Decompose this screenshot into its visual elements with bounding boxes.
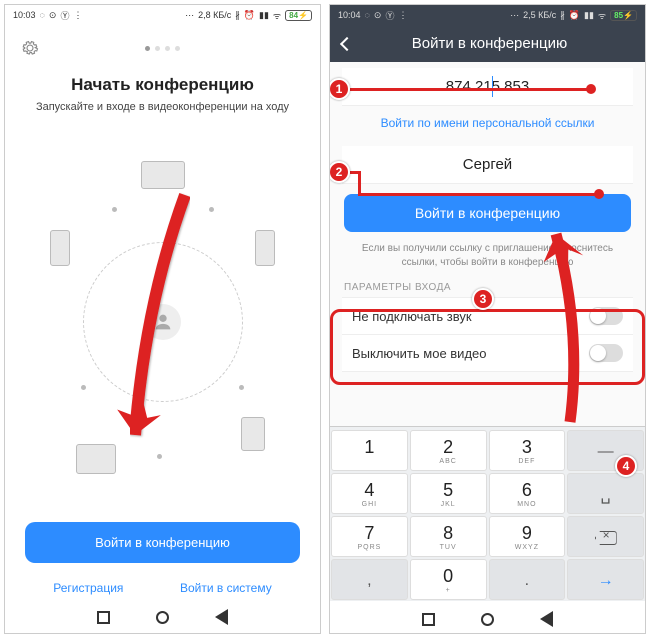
status-time: 10:04 xyxy=(338,10,361,20)
annotation-badge-2: 2 xyxy=(329,161,350,183)
helper-text: Если вы получили ссылку с приглашением, … xyxy=(342,238,633,278)
signin-link[interactable]: Войти в систему xyxy=(180,581,272,595)
key-1[interactable]: 1 xyxy=(331,430,408,471)
annotation-badge-3: 3 xyxy=(472,288,494,310)
numeric-keypad: 1 2ABC 3DEF — 4GHI 5JKL 6MNO ␣ 7PQRS 8TU… xyxy=(330,426,645,601)
key-4[interactable]: 4GHI xyxy=(331,473,408,514)
bluetooth-icon: ∦ xyxy=(560,10,565,21)
name-input[interactable]: Сергей xyxy=(342,146,633,184)
annotation-box-options xyxy=(330,309,645,385)
device-laptop2-icon xyxy=(76,444,116,474)
nav-back-icon[interactable] xyxy=(215,609,228,625)
annotation-badge-4: 4 xyxy=(615,455,637,477)
hero-illustration xyxy=(35,131,290,512)
status-time: 10:03 xyxy=(13,10,36,20)
phone-right: 10:04 ◌ ⊙ Ⓨ ⋮ ⋯ 2,5 КБ/с ∦ ⏰ ▮▮ ᯤ 85⚡ Во… xyxy=(329,4,646,634)
screen-header: Войти в конференцию xyxy=(330,25,645,62)
page-subtitle: Запускайте и входе в видеоконференции на… xyxy=(5,101,320,113)
status-bar: 10:04 ◌ ⊙ Ⓨ ⋮ ⋯ 2,5 КБ/с ∦ ⏰ ▮▮ ᯤ 85⚡ xyxy=(330,5,645,25)
battery-icon: 84⚡ xyxy=(285,10,312,21)
header-title: Войти в конференцию xyxy=(366,35,613,52)
signup-link[interactable]: Регистрация xyxy=(53,581,123,595)
y-icon: Ⓨ xyxy=(60,9,69,22)
whatsapp-icon: ◌ xyxy=(40,10,45,20)
nav-recent-icon[interactable] xyxy=(97,611,110,624)
device-monitor-icon xyxy=(255,230,275,266)
net-speed: 2,5 КБ/с xyxy=(523,10,556,20)
key-0[interactable]: 0+ xyxy=(410,559,487,600)
more-icon: ⋯ xyxy=(510,10,519,21)
personal-link[interactable]: Войти по имени персональной ссылки xyxy=(342,106,633,140)
annotation-badge-1: 1 xyxy=(329,78,350,100)
battery-icon: 85⚡ xyxy=(610,10,637,21)
nav-back-icon[interactable] xyxy=(540,611,553,627)
key-2[interactable]: 2ABC xyxy=(410,430,487,471)
backspace-icon xyxy=(595,531,617,545)
more-icon: ⋯ xyxy=(185,10,194,21)
avatar-icon xyxy=(145,304,181,340)
back-icon[interactable] xyxy=(340,36,354,50)
signal-icon: ▮▮ xyxy=(259,10,269,21)
android-navbar xyxy=(5,595,320,633)
key-7[interactable]: 7PQRS xyxy=(331,516,408,557)
net-speed: 2,8 КБ/с xyxy=(198,10,231,20)
key-8[interactable]: 8TUV xyxy=(410,516,487,557)
voice-icon: ⊙ xyxy=(374,10,382,21)
nav-home-icon[interactable] xyxy=(156,611,169,624)
key-comma[interactable]: , xyxy=(331,559,408,600)
android-navbar xyxy=(330,601,645,633)
bluetooth-icon: ∦ xyxy=(235,10,240,21)
key-dot[interactable]: . xyxy=(489,559,566,600)
wifi-icon: ᯤ xyxy=(598,9,606,22)
key-backspace[interactable] xyxy=(567,516,644,557)
key-space[interactable]: ␣ xyxy=(567,473,644,514)
key-enter[interactable]: → xyxy=(567,559,644,600)
alarm-icon: ⏰ xyxy=(569,10,580,21)
join-button[interactable]: Войти в конференцию xyxy=(344,194,631,232)
y-icon: Ⓨ xyxy=(385,9,394,22)
device-laptop-icon xyxy=(141,161,185,189)
page-indicator xyxy=(145,46,180,51)
alarm-icon: ⏰ xyxy=(244,10,255,21)
dots-icon: ⋮ xyxy=(73,10,82,21)
key-3[interactable]: 3DEF xyxy=(489,430,566,471)
nav-recent-icon[interactable] xyxy=(422,613,435,626)
device-phone-icon xyxy=(241,417,265,451)
page-title: Начать конференцию xyxy=(5,75,320,95)
signal-icon: ▮▮ xyxy=(584,10,594,21)
status-bar: 10:03 ◌ ⊙ Ⓨ ⋮ ⋯ 2,8 КБ/с ∦ ⏰ ▮▮ ᯤ 84⚡ xyxy=(5,5,320,25)
wifi-icon: ᯤ xyxy=(273,9,281,22)
key-5[interactable]: 5JKL xyxy=(410,473,487,514)
key-9[interactable]: 9WXYZ xyxy=(489,516,566,557)
nav-home-icon[interactable] xyxy=(481,613,494,626)
device-tablet-icon xyxy=(50,230,70,266)
dots-icon: ⋮ xyxy=(398,10,407,21)
voice-icon: ⊙ xyxy=(49,10,57,21)
phone-left: 10:03 ◌ ⊙ Ⓨ ⋮ ⋯ 2,8 КБ/с ∦ ⏰ ▮▮ ᯤ 84⚡ На… xyxy=(4,4,321,634)
join-conference-button[interactable]: Войти в конференцию xyxy=(25,522,300,563)
gear-icon[interactable] xyxy=(21,39,39,57)
whatsapp-icon: ◌ xyxy=(365,10,370,20)
key-6[interactable]: 6MNO xyxy=(489,473,566,514)
